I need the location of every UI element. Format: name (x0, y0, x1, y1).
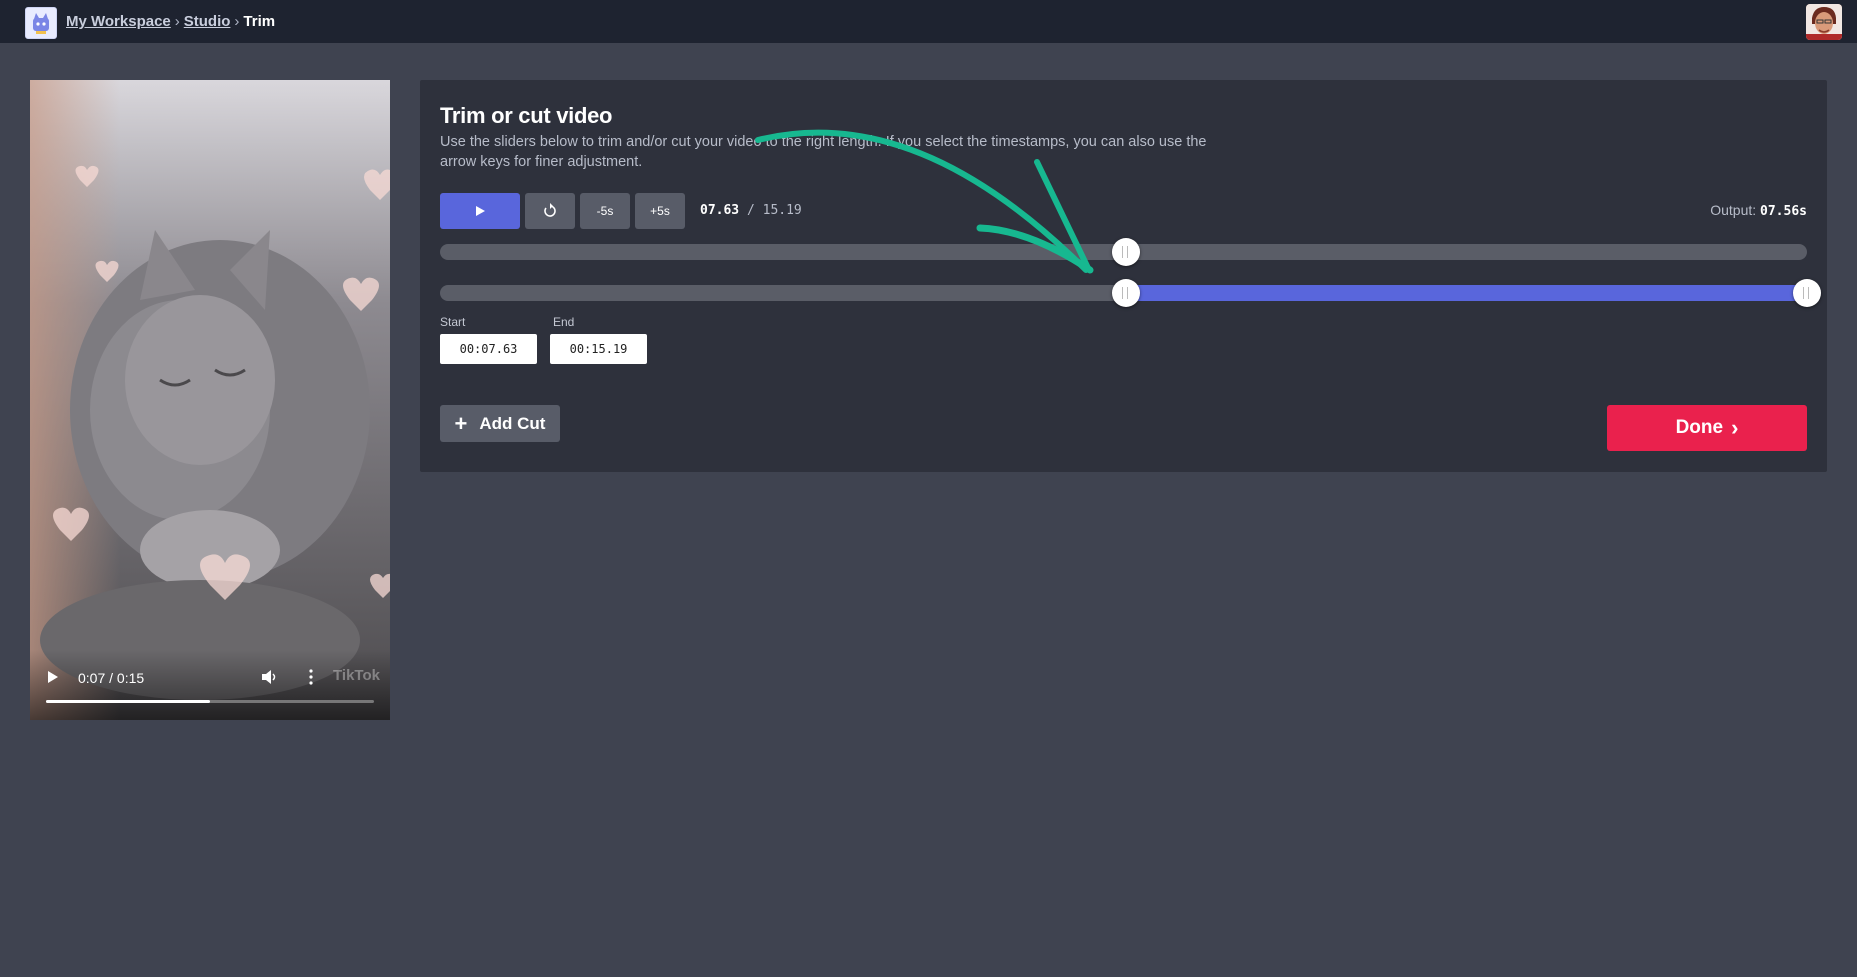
playhead-slider[interactable] (440, 238, 1807, 266)
breadcrumb-studio-link[interactable]: Studio (184, 13, 231, 30)
add-cut-button[interactable]: + Add Cut (440, 405, 560, 442)
trim-range-slider[interactable] (440, 279, 1821, 307)
add-cut-label: Add Cut (479, 413, 546, 433)
volume-icon[interactable] (260, 668, 278, 691)
tiktok-watermark: TikTok (333, 667, 380, 684)
breadcrumb-current: Trim (243, 13, 276, 30)
breadcrumb-separator: › (234, 13, 240, 30)
video-controls: 0:07 / 0:15 TikTok (30, 650, 390, 720)
video-progress-bar[interactable] (46, 700, 374, 703)
breadcrumb: My Workspace › Studio › Trim (66, 13, 275, 31)
breadcrumb-workspace-link[interactable]: My Workspace (66, 13, 171, 30)
video-progress-fill (46, 700, 210, 703)
end-time-input[interactable] (550, 334, 647, 364)
replay-icon (544, 203, 556, 217)
app-logo-icon[interactable] (25, 7, 57, 39)
output-readout: Output: 07.56s (1710, 202, 1807, 219)
back-5s-button[interactable]: -5s (580, 193, 630, 229)
play-button[interactable] (440, 193, 520, 229)
play-icon (476, 206, 485, 216)
video-time: 0:07 / 0:15 (78, 670, 145, 686)
output-label: Output: (1710, 202, 1761, 218)
trim-range-fill (1126, 285, 1807, 301)
replay-button[interactable] (525, 193, 575, 229)
total-time: 15.19 (762, 203, 802, 218)
output-duration: 07.56s (1760, 204, 1807, 219)
play-icon[interactable] (46, 669, 60, 690)
done-label: Done (1675, 417, 1724, 438)
breadcrumb-separator: › (174, 13, 180, 30)
trim-start-handle[interactable] (1112, 279, 1141, 307)
chevron-right-icon: › (1731, 415, 1739, 440)
top-bar: My Workspace › Studio › Trim (0, 0, 1857, 43)
time-readout: 07.63 / 15.19 (700, 203, 802, 218)
trim-end-handle[interactable] (1793, 279, 1821, 307)
done-button[interactable]: Done › (1607, 405, 1807, 451)
trim-card: Trim or cut video Use the sliders below … (420, 80, 1827, 472)
playhead-handle[interactable] (1112, 238, 1141, 266)
end-label: End (553, 315, 575, 329)
start-label: Start (440, 315, 466, 329)
plus-icon: + (454, 410, 468, 436)
video-frame-image (30, 80, 390, 720)
forward-5s-button[interactable]: +5s (635, 193, 685, 229)
video-preview[interactable]: 0:07 / 0:15 TikTok (30, 80, 390, 720)
current-time: 07.63 (700, 203, 740, 218)
start-time-input[interactable] (440, 334, 537, 364)
time-separator: / (739, 203, 763, 218)
page-title: Trim or cut video (440, 103, 613, 128)
more-options-icon[interactable] (308, 668, 314, 691)
trim-description: Use the sliders below to trim and/or cut… (440, 134, 1207, 170)
user-avatar[interactable] (1806, 4, 1842, 40)
